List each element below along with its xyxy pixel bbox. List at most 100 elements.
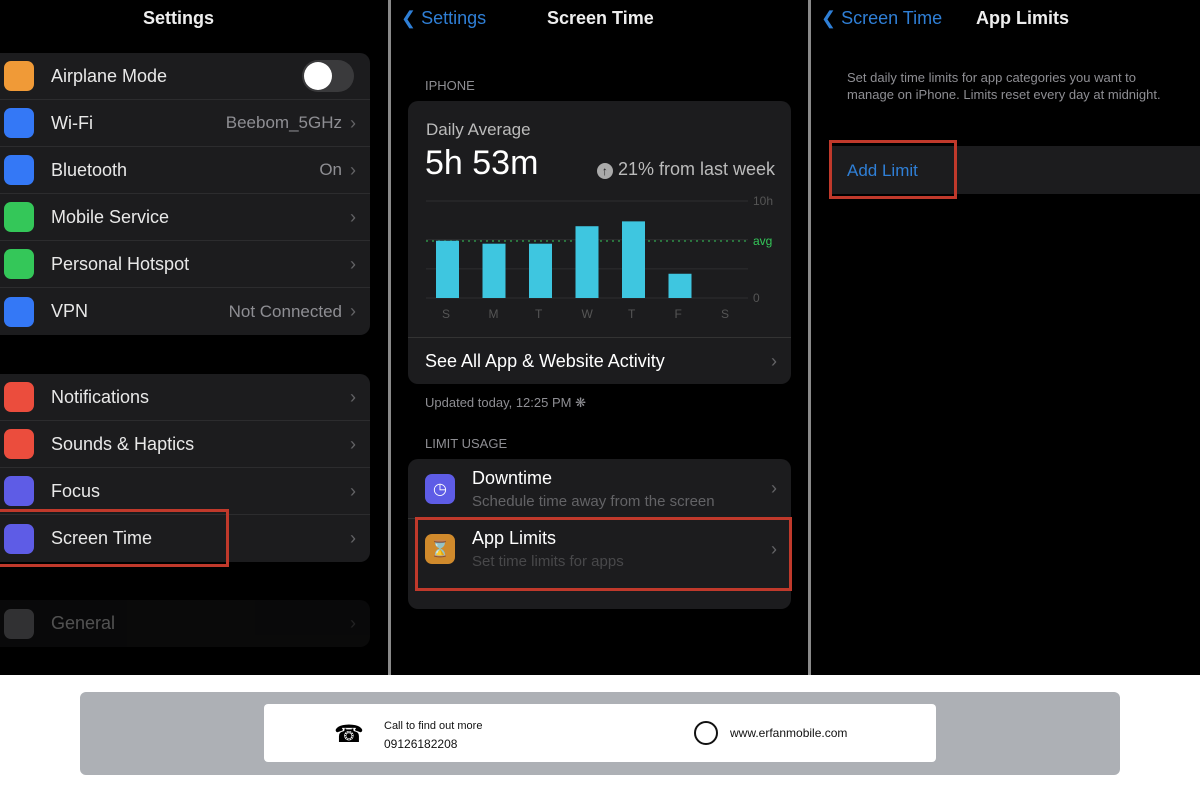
section-iphone: IPHONE bbox=[425, 78, 475, 93]
daily-average-value: 5h 53m bbox=[425, 144, 539, 182]
hotspot-icon bbox=[4, 249, 34, 279]
item-label: VPN bbox=[51, 301, 89, 321]
change-label: 21% from last week bbox=[617, 159, 775, 179]
item-label: Airplane Mode bbox=[51, 65, 168, 86]
settings-item-vpn[interactable]: VPN Not Connected › bbox=[0, 288, 370, 335]
item-value: On bbox=[319, 160, 342, 179]
x-tick-label: S bbox=[721, 307, 729, 321]
see-all-activity-row[interactable]: See All App & Website Activity › bbox=[408, 337, 791, 384]
moon-icon bbox=[4, 476, 34, 506]
downtime-sub: Schedule time away from the screen bbox=[472, 492, 715, 510]
back-settings-button[interactable]: ❮ Settings bbox=[401, 8, 486, 29]
highlight-app-limits bbox=[415, 517, 792, 591]
item-label: Sounds & Haptics bbox=[51, 433, 195, 454]
screen-time-panel: ❮ Settings Screen Time IPHONE Daily Aver… bbox=[391, 0, 808, 675]
item-label: Bluetooth bbox=[51, 159, 128, 180]
settings-item-mobile-service[interactable]: Mobile Service › bbox=[0, 194, 370, 241]
gear-icon bbox=[4, 608, 34, 639]
settings-item-notifications[interactable]: Notifications › bbox=[0, 374, 370, 421]
y-tick-label: avg bbox=[753, 234, 772, 248]
globe-icon bbox=[4, 296, 34, 327]
antenna-icon bbox=[4, 202, 34, 232]
settings-item-focus[interactable]: Focus › bbox=[0, 468, 370, 515]
speaker-icon bbox=[4, 429, 34, 459]
chevron-right-icon: › bbox=[350, 206, 356, 227]
chevron-right-icon: › bbox=[350, 528, 356, 548]
settings-panel: Settings Airplane Mode Wi-Fi Beebom_5GHz… bbox=[0, 0, 388, 675]
footer-contact-box: ☎ Call to find out more 09126182208 www.… bbox=[264, 704, 936, 762]
x-tick-label: M bbox=[489, 307, 499, 321]
footer-banner: ☎ Call to find out more 09126182208 www.… bbox=[80, 692, 1120, 775]
chevron-right-icon: › bbox=[350, 480, 356, 501]
highlight-add-limit bbox=[829, 140, 957, 199]
airplane-icon bbox=[4, 61, 34, 91]
app-limits-panel: ❮ Screen Time App Limits Set daily time … bbox=[811, 0, 1200, 675]
daily-average-card: Daily Average 5h 53m ↑ 21% from last wee… bbox=[408, 101, 791, 384]
x-tick-label: F bbox=[675, 307, 682, 321]
back-screen-time-button[interactable]: ❮ Screen Time bbox=[821, 8, 942, 29]
settings-group-connectivity: Airplane Mode Wi-Fi Beebom_5GHz › Bluetoo… bbox=[0, 53, 370, 335]
settings-item-wi-fi[interactable]: Wi-Fi Beebom_5GHz › bbox=[0, 100, 370, 147]
item-value: Not Connected bbox=[228, 301, 342, 321]
phone-number[interactable]: 09126182208 bbox=[384, 737, 457, 751]
app-limits-title: App Limits bbox=[976, 8, 1069, 28]
settings-item-general[interactable]: General › bbox=[0, 600, 370, 647]
bar-5 bbox=[668, 273, 692, 298]
item-label: Wi-Fi bbox=[51, 112, 93, 133]
chevron-right-icon: › bbox=[350, 613, 356, 633]
downtime-row[interactable]: ◷ Downtime Schedule time away from the sc… bbox=[408, 459, 791, 519]
settings-item-bluetooth[interactable]: Bluetooth On › bbox=[0, 147, 370, 194]
x-tick-label: W bbox=[582, 307, 594, 321]
bar-0 bbox=[436, 240, 459, 298]
back-label: Settings bbox=[421, 8, 487, 28]
chevron-right-icon: › bbox=[350, 386, 356, 407]
bar-2 bbox=[529, 243, 552, 298]
settings-title: Settings bbox=[143, 8, 215, 28]
item-label: Notifications bbox=[51, 386, 150, 407]
item-label: Focus bbox=[51, 480, 101, 501]
downtime-title: Downtime bbox=[472, 467, 553, 488]
telephone-icon: ☎ bbox=[334, 721, 364, 748]
chevron-right-icon: › bbox=[771, 350, 777, 371]
item-label: General bbox=[51, 613, 116, 633]
highlight-screen-time bbox=[0, 509, 229, 567]
item-value: Beebom_5GHz bbox=[225, 113, 342, 132]
spinner-icon: ❋ bbox=[575, 395, 586, 410]
item-label: Mobile Service bbox=[51, 206, 170, 227]
downtime-icon: ◷ bbox=[425, 473, 455, 504]
usage-chart: 10h avg 0 S M T W T F S bbox=[426, 194, 773, 321]
x-tick-label: T bbox=[628, 307, 636, 321]
chevron-right-icon: › bbox=[771, 478, 777, 498]
chevron-right-icon: › bbox=[350, 159, 356, 180]
updated-text: Updated today, 12:25 PM bbox=[425, 395, 572, 410]
bluetooth-icon bbox=[4, 155, 34, 185]
settings-item-personal-hotspot[interactable]: Personal Hotspot › bbox=[0, 241, 370, 288]
x-tick-label: T bbox=[535, 307, 543, 321]
y-tick-label: 10h bbox=[753, 194, 773, 208]
chevron-right-icon: › bbox=[350, 301, 356, 321]
arrow-up-circle-icon: ↑ bbox=[596, 163, 613, 179]
section-limit-usage: LIMIT USAGE bbox=[425, 436, 508, 451]
back-label: Screen Time bbox=[841, 8, 943, 28]
daily-average-label: Daily Average bbox=[426, 120, 531, 139]
wifi-icon bbox=[4, 108, 34, 138]
settings-item-sounds-haptics[interactable]: Sounds & Haptics › bbox=[0, 421, 370, 468]
bar-4 bbox=[622, 221, 645, 298]
see-all-label: See All App & Website Activity bbox=[425, 350, 665, 371]
bar-3 bbox=[575, 226, 599, 298]
chevron-right-icon: › bbox=[350, 112, 356, 133]
call-label: Call to find out more bbox=[384, 720, 483, 732]
settings-item-airplane-mode[interactable]: Airplane Mode bbox=[0, 53, 370, 100]
item-label: Personal Hotspot bbox=[51, 253, 190, 274]
bar-1 bbox=[482, 243, 506, 298]
settings-group-general: General › bbox=[0, 600, 370, 647]
app-limits-description: Set daily time limits for app categories… bbox=[847, 70, 1161, 102]
bell-icon bbox=[4, 382, 34, 412]
chevron-right-icon: › bbox=[350, 253, 356, 274]
x-tick-label: S bbox=[442, 307, 450, 321]
website-link[interactable]: www.erfanmobile.com bbox=[730, 726, 847, 740]
y-tick-label: 0 bbox=[753, 291, 760, 305]
updated-label: Updated today, 12:25 PM ❋ bbox=[425, 395, 586, 411]
globe-icon bbox=[694, 721, 718, 745]
airplane-mode-toggle[interactable] bbox=[302, 60, 354, 92]
